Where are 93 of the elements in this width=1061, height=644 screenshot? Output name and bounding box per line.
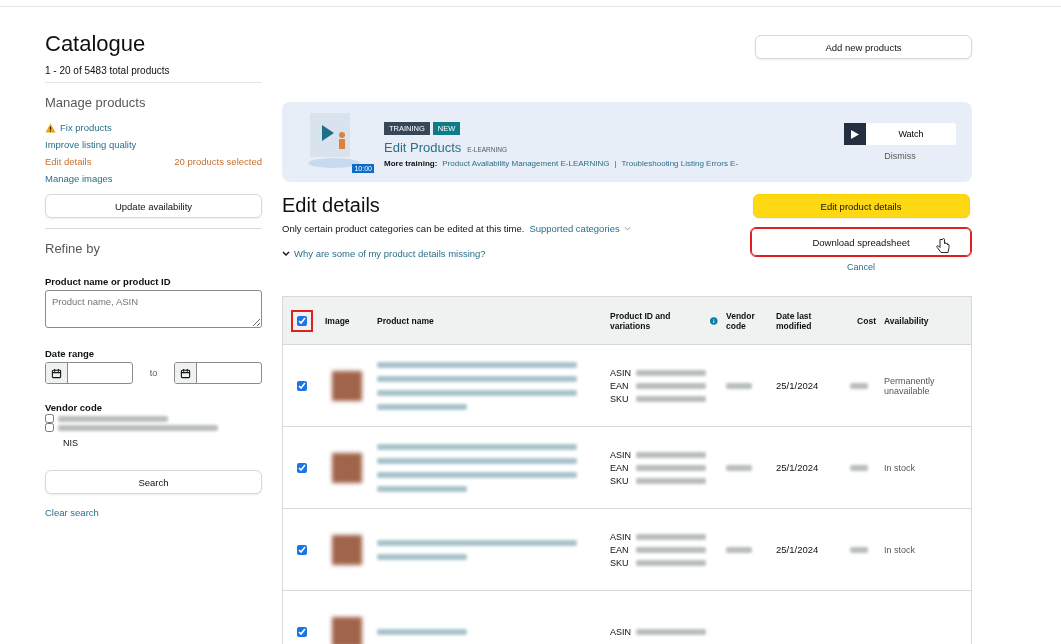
- date-separator: to: [149, 368, 158, 378]
- vendor-suffix: NIS: [63, 438, 78, 448]
- section-heading: Refine by: [45, 241, 101, 256]
- redacted-text: [636, 369, 706, 376]
- redacted-text: [850, 547, 868, 553]
- download-spreadsheet-button[interactable]: Download spreadsheet: [750, 227, 972, 257]
- column-header: Image: [324, 315, 351, 326]
- photo-placeholder: [332, 534, 362, 565]
- redacted-text: [636, 451, 706, 458]
- play-icon: [851, 129, 859, 139]
- sidebar-link[interactable]: Improve listing quality: [45, 139, 137, 150]
- availability-cell-text: In stock: [883, 544, 916, 555]
- id-label: ASIN: [610, 449, 632, 460]
- chevron-down-icon: [623, 226, 631, 231]
- chevron-down-icon: [282, 251, 290, 256]
- field-label: Date range: [45, 348, 96, 359]
- redacted-text: [636, 464, 706, 471]
- id-label: ASIN: [610, 626, 632, 637]
- column-header: Cost: [856, 315, 877, 326]
- date-cell-text: 25/1/2024: [775, 544, 820, 555]
- column-header: Product name: [376, 315, 435, 326]
- update-availability-button[interactable]: Update availability: [45, 194, 262, 218]
- redacted-text: [850, 383, 868, 389]
- photo-placeholder: [332, 370, 362, 401]
- column-header: Product ID and variations: [606, 310, 722, 331]
- section-heading: Manage products: [45, 95, 147, 110]
- id-label: SKU: [610, 475, 630, 486]
- watch-button[interactable]: Watch: [844, 123, 956, 145]
- warning-icon: [45, 122, 56, 133]
- selection-note: 20 products selected: [174, 156, 262, 167]
- vendor-checkbox[interactable]: [45, 414, 54, 423]
- clear-search-link[interactable]: Clear search: [45, 507, 99, 518]
- row-checkbox[interactable]: [297, 544, 307, 555]
- redacted-text: [726, 547, 752, 553]
- redacted-text: [636, 628, 706, 635]
- training-link[interactable]: Troubleshooting Listing Errors E-: [621, 158, 739, 168]
- field-label: Product name or product ID: [45, 276, 172, 287]
- redacted-text: [850, 465, 868, 471]
- supported-categories-link[interactable]: Supported categories: [529, 223, 631, 234]
- photo-placeholder: [332, 616, 362, 644]
- edit-note: Only certain product categories can be edited at this time.: [282, 223, 525, 234]
- column-header: Availability: [883, 315, 930, 326]
- id-label: ASIN: [610, 367, 632, 378]
- redacted-text: [636, 477, 706, 484]
- calendar-icon: [51, 367, 62, 379]
- vendor-checkbox[interactable]: [45, 423, 54, 432]
- column-header: Date last modified: [775, 310, 813, 331]
- field-label: Vendor code: [45, 402, 103, 413]
- missing-details-link[interactable]: Why are some of my product details missing?: [282, 248, 486, 259]
- start-date-field[interactable]: [45, 362, 133, 384]
- redacted-text: [636, 533, 706, 540]
- add-products-button[interactable]: Add new products: [755, 35, 972, 59]
- redacted-text: [636, 395, 706, 402]
- id-label: EAN: [610, 462, 630, 473]
- select-all-checkbox[interactable]: [297, 315, 307, 326]
- training-link[interactable]: Product Availability Management E-LEARNING: [442, 158, 610, 168]
- row-checkbox[interactable]: [297, 380, 307, 391]
- training-title[interactable]: Edit Products: [384, 139, 462, 155]
- more-training-label: More training:: [384, 158, 438, 168]
- info-icon: [710, 316, 718, 325]
- sidebar-link[interactable]: Edit details: [45, 156, 92, 167]
- id-label: SKU: [610, 557, 630, 568]
- photo-placeholder: [332, 452, 362, 483]
- availability-cell-text: In stock: [883, 462, 916, 473]
- sidebar-link[interactable]: Fix products: [45, 122, 112, 133]
- date-cell-text: 25/1/2024: [775, 380, 820, 391]
- section-title: Edit details: [282, 194, 381, 217]
- redacted-text: [636, 559, 706, 566]
- row-checkbox[interactable]: [297, 462, 307, 473]
- product-count: 1 - 20 of 5483 total products: [45, 65, 171, 78]
- redacted-text: [636, 546, 706, 553]
- row-checkbox[interactable]: [297, 626, 307, 637]
- id-label: SKU: [610, 393, 630, 404]
- id-label: ASIN: [610, 531, 632, 542]
- cancel-link[interactable]: Cancel: [847, 262, 875, 272]
- column-header: Vendor code: [725, 310, 756, 331]
- availability-cell-text: Permanently unavailable: [883, 375, 936, 396]
- product-search-field[interactable]: Product name, ASIN: [45, 290, 262, 328]
- calendar-icon: [180, 367, 191, 379]
- hand-cursor-icon: [936, 238, 950, 254]
- redacted-text: [726, 465, 752, 471]
- end-date-field[interactable]: [174, 362, 262, 384]
- date-cell-text: 25/1/2024: [775, 462, 820, 473]
- search-button[interactable]: Search: [45, 470, 262, 494]
- id-label: EAN: [610, 380, 630, 391]
- link-separator: |: [614, 158, 617, 168]
- redacted-text: [726, 383, 752, 389]
- edit-product-details-button[interactable]: Edit product details: [752, 194, 970, 218]
- page-title: Catalogue: [45, 31, 147, 57]
- id-label: EAN: [610, 544, 630, 555]
- dismiss-link[interactable]: Dismiss: [884, 151, 916, 161]
- sidebar-link[interactable]: Manage images: [45, 173, 113, 184]
- redacted-text: [636, 382, 706, 389]
